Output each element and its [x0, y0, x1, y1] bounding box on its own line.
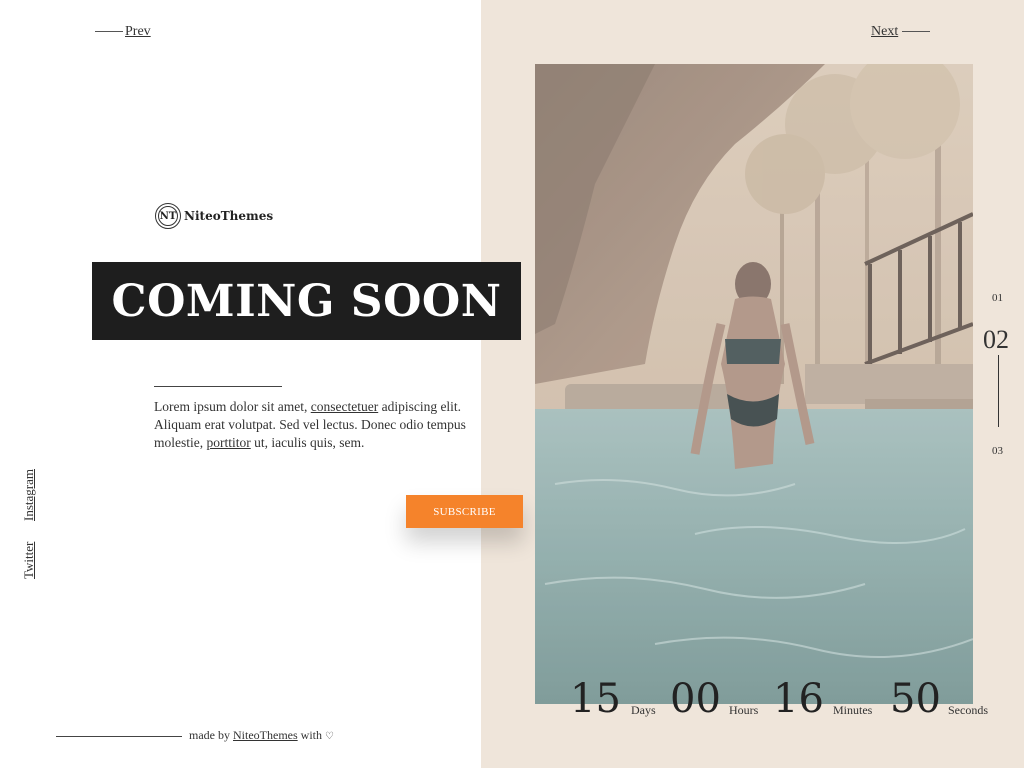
- intro-text: Lorem ipsum dolor sit amet, consectetuer…: [154, 399, 466, 450]
- countdown-seconds: 50: [890, 676, 941, 722]
- intro-link-porttitor[interactable]: porttitor: [207, 435, 251, 450]
- footer-niteothemes-link[interactable]: NiteoThemes: [233, 728, 298, 742]
- twitter-link[interactable]: Twitter: [21, 542, 37, 579]
- countdown-seconds-label: Seconds: [948, 703, 988, 717]
- prev-line: [95, 31, 123, 32]
- countdown-minutes: 16: [773, 676, 824, 722]
- brand-name: NiteoThemes: [184, 209, 274, 223]
- slide-number-current: 02: [983, 325, 1009, 354]
- countdown-minutes-label: Minutes: [833, 703, 873, 717]
- next-line: [902, 31, 930, 32]
- countdown-hours: 00: [670, 676, 721, 722]
- prev-link[interactable]: Prev: [125, 24, 151, 40]
- slide-number-prev[interactable]: 01: [992, 292, 1003, 304]
- footer-line: [56, 736, 182, 737]
- slide-number-next[interactable]: 03: [992, 445, 1003, 457]
- next-link[interactable]: Next: [871, 24, 898, 40]
- intro-divider: [154, 386, 282, 387]
- subscribe-button[interactable]: SUBSCRIBE: [406, 495, 523, 528]
- countdown-days: 15: [570, 676, 621, 722]
- page-title: COMING SOON: [111, 275, 502, 327]
- hero-title-box: COMING SOON: [92, 262, 521, 340]
- countdown-hours-label: Hours: [729, 703, 759, 717]
- slide-progress-line: [998, 355, 999, 427]
- countdown-days-label: Days: [631, 703, 656, 717]
- instagram-link[interactable]: Instagram: [21, 469, 37, 521]
- logo-badge-icon: NT: [155, 203, 181, 229]
- hero-photo: [535, 64, 973, 704]
- hero-photo-image: [535, 64, 973, 704]
- brand-logo[interactable]: NT NiteoThemes: [155, 203, 273, 229]
- intro-link-consectetuer[interactable]: consectetuer: [311, 399, 378, 414]
- heart-icon: ♡: [325, 731, 334, 742]
- footer-credit: made by NiteoThemes with ♡: [189, 728, 334, 742]
